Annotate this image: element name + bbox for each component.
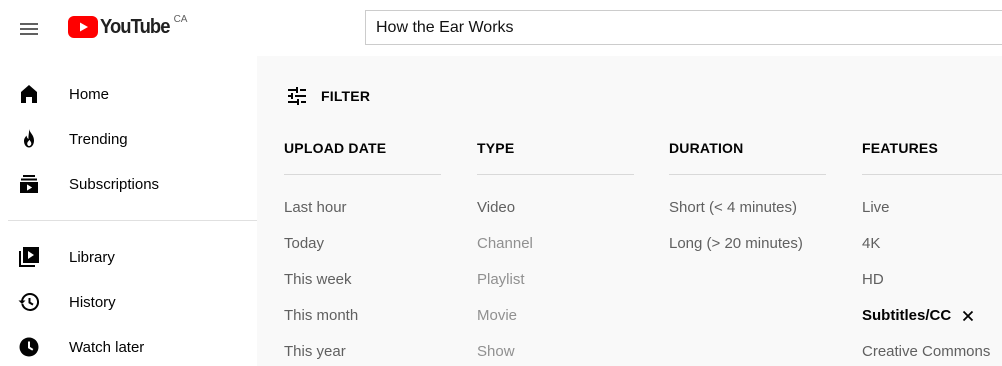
filter-option-channel: Channel bbox=[477, 235, 533, 252]
sidebar-item-label: Home bbox=[69, 85, 110, 103]
home-icon bbox=[17, 82, 41, 106]
filter-group-type: TYPE Video Channel Playlist Movie Show bbox=[477, 138, 634, 360]
filter-group-duration: DURATION Short (< 4 minutes) Long (> 20 … bbox=[669, 138, 826, 252]
sidebar-item-label: Watch later bbox=[69, 338, 145, 356]
filter-option-this-month[interactable]: This month bbox=[284, 306, 358, 326]
country-code: CA bbox=[173, 14, 188, 25]
filter-toggle-button[interactable]: FILTER bbox=[285, 84, 370, 108]
filter-group-upload-date: UPLOAD DATE Last hour Today This week Th… bbox=[284, 138, 441, 360]
subscriptions-icon bbox=[17, 172, 41, 196]
filter-option-playlist: Playlist bbox=[477, 271, 525, 288]
sidebar-item-label: History bbox=[69, 293, 116, 311]
filter-group-divider bbox=[284, 174, 441, 175]
sidebar-item-label: Trending bbox=[69, 130, 128, 148]
sidebar-item-watch-later[interactable]: Watch later bbox=[0, 327, 257, 366]
filter-label: FILTER bbox=[321, 88, 371, 104]
filter-group-divider bbox=[669, 174, 826, 175]
filter-option-label: Subtitles/CC bbox=[862, 307, 952, 324]
filter-option-live[interactable]: Live bbox=[862, 198, 890, 218]
filter-group-header: TYPE bbox=[477, 140, 515, 156]
filter-option-show: Show bbox=[477, 343, 515, 360]
filter-group-header: DURATION bbox=[669, 140, 744, 156]
sidebar-item-home[interactable]: Home bbox=[0, 74, 257, 114]
search-input[interactable]: How the Ear Works bbox=[365, 10, 1002, 45]
filter-option-last-hour[interactable]: Last hour bbox=[284, 198, 347, 218]
youtube-play-icon bbox=[68, 16, 98, 38]
filter-option-this-year[interactable]: This year bbox=[284, 342, 346, 362]
filter-option-long[interactable]: Long (> 20 minutes) bbox=[669, 234, 803, 254]
filter-option-movie: Movie bbox=[477, 307, 518, 324]
sidebar-item-subscriptions[interactable]: Subscriptions bbox=[0, 164, 257, 204]
masthead: YouTube CA How the Ear Works bbox=[0, 0, 1002, 56]
sidebar-item-trending[interactable]: Trending bbox=[0, 119, 257, 159]
trending-icon bbox=[17, 127, 41, 151]
filter-group-divider bbox=[477, 174, 634, 175]
sidebar-item-library[interactable]: Library bbox=[0, 237, 257, 277]
sidebar: Home Trending Subscriptions Library Hist… bbox=[0, 56, 257, 366]
sidebar-item-label: Library bbox=[69, 248, 115, 266]
logo-wordmark: YouTube bbox=[100, 16, 170, 38]
youtube-logo[interactable]: YouTube CA bbox=[68, 14, 187, 40]
library-icon bbox=[17, 245, 41, 269]
filter-option-creative-commons[interactable]: Creative Commons bbox=[862, 342, 990, 362]
filter-group-header: FEATURES bbox=[862, 140, 939, 156]
filter-option-video[interactable]: Video bbox=[477, 198, 515, 218]
search-filter-panel: FILTER UPLOAD DATE Last hour Today This … bbox=[257, 56, 1002, 366]
close-icon[interactable] bbox=[961, 309, 975, 323]
clock-icon bbox=[17, 335, 41, 359]
filter-group-features: FEATURES Live 4K HD Subtitles/CC Creativ… bbox=[862, 138, 1002, 360]
filter-option-4k[interactable]: 4K bbox=[862, 234, 880, 254]
filter-option-hd[interactable]: HD bbox=[862, 270, 884, 290]
filter-option-short[interactable]: Short (< 4 minutes) bbox=[669, 198, 797, 218]
filter-option-today[interactable]: Today bbox=[284, 234, 324, 254]
filter-group-header: UPLOAD DATE bbox=[284, 140, 387, 156]
sidebar-divider bbox=[8, 220, 257, 221]
history-icon bbox=[17, 290, 41, 314]
filter-group-divider bbox=[862, 174, 1002, 175]
sidebar-item-label: Subscriptions bbox=[69, 175, 160, 193]
sliders-icon bbox=[288, 87, 306, 105]
menu-icon[interactable] bbox=[17, 17, 41, 41]
filter-option-this-week[interactable]: This week bbox=[284, 270, 352, 290]
filter-option-subtitles-cc[interactable]: Subtitles/CC bbox=[862, 306, 975, 326]
sidebar-item-history[interactable]: History bbox=[0, 282, 257, 322]
